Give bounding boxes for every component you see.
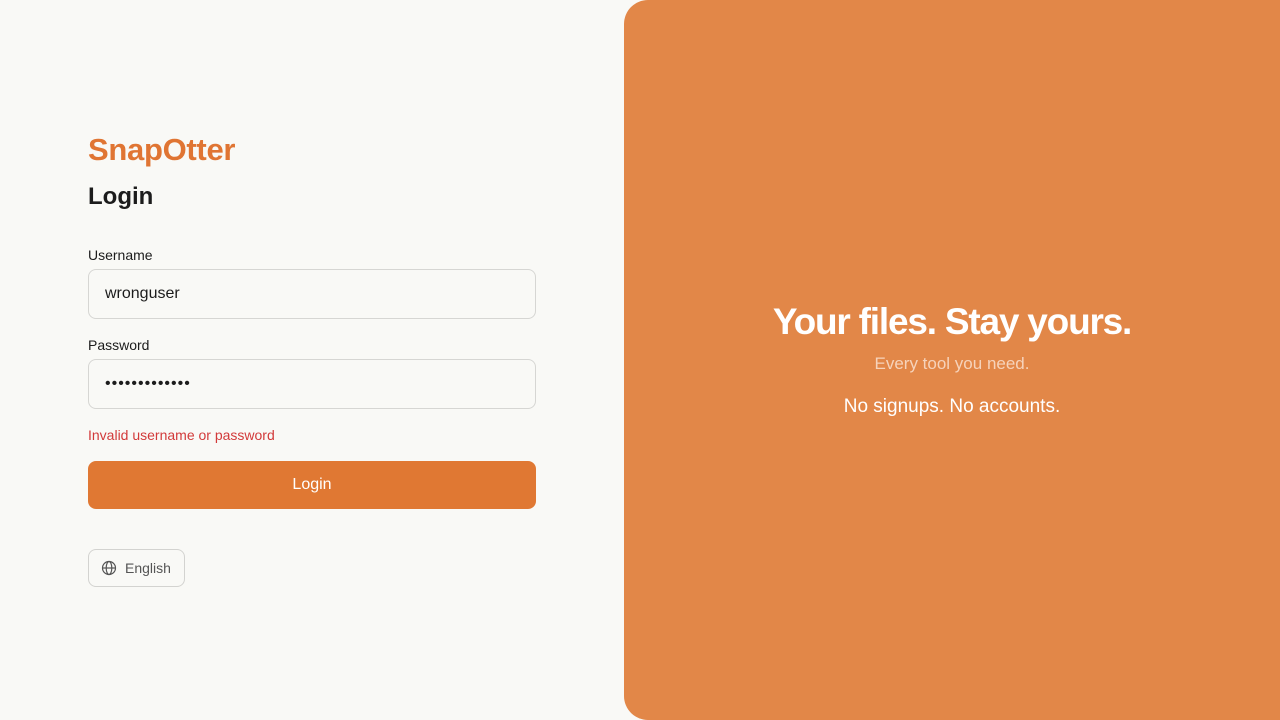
hero-subtitle: Every tool you need. [874, 354, 1030, 373]
hero-tagline: No signups. No accounts. [843, 396, 1061, 417]
username-input[interactable] [88, 269, 536, 319]
hero-headline: Your files. Stay yours. [772, 301, 1132, 342]
username-label: Username [88, 247, 153, 263]
language-label: English [125, 560, 171, 576]
page-title: Login [88, 183, 154, 210]
globe-icon [101, 560, 117, 576]
brand-logo-text: SnapOtter [88, 132, 236, 167]
login-form: SnapOtter Login Username Password Invali… [88, 128, 536, 587]
password-input[interactable] [88, 359, 536, 409]
error-message: Invalid username or password [88, 427, 275, 443]
login-panel: SnapOtter Login Username Password Invali… [0, 0, 624, 720]
login-page: SnapOtter Login Username Password Invali… [0, 0, 1280, 720]
login-button[interactable]: Login [88, 461, 536, 509]
language-selector-button[interactable]: English [88, 549, 185, 587]
hero-panel: Your files. Stay yours. Every tool you n… [624, 0, 1280, 720]
password-label: Password [88, 337, 150, 353]
